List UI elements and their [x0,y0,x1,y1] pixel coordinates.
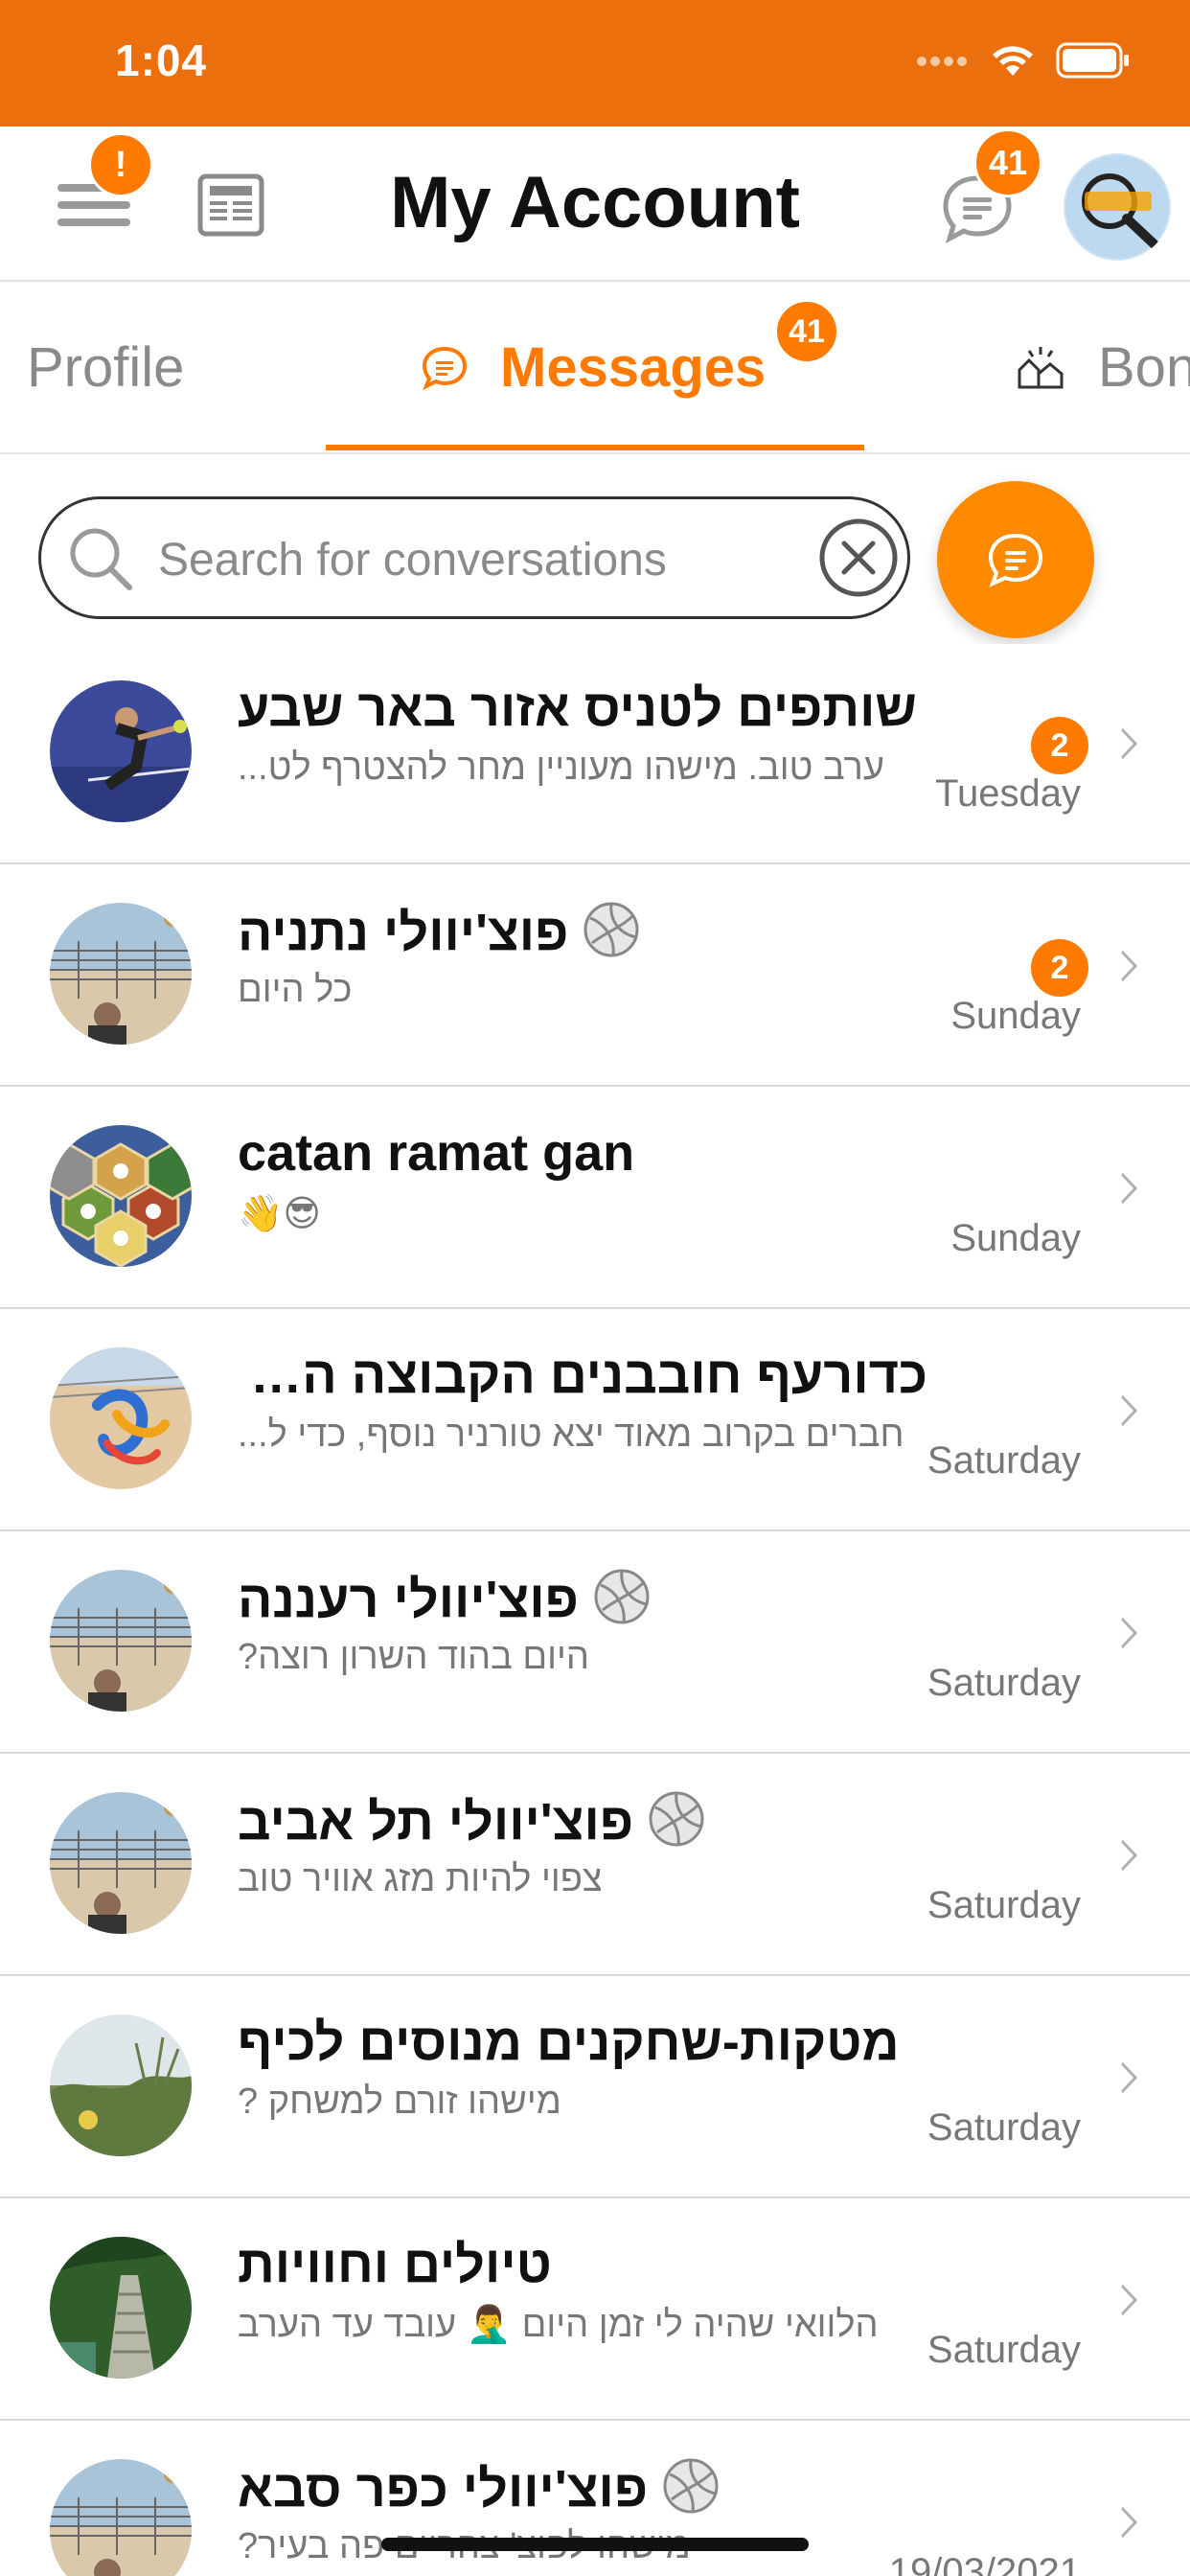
conversation-time: Tuesday [935,772,1081,815]
conversation-snippet: ערב טוב. מישהו מעוניין מחר להצטרף לט... [238,748,884,788]
conversation-snippet: היום בהוד השרון רוצה? [238,1637,589,1677]
conversation-item[interactable]: מטקות-שחקנים מנוסים לכיף מישהו זורם למשח… [0,1978,1190,2198]
tab-messages-label: Messages [500,336,767,399]
conversation-snippet: הלוואי שהיה לי זמן היום 🤦‍♂️ עובד עד הער… [238,2305,879,2345]
group-avatar [50,903,192,1045]
conversation-time: Saturday [927,1439,1081,1482]
active-tab-indicator [326,445,864,450]
chat-count-badge: 41 [973,128,1042,197]
conversation-snippet: צפוי להיות מזג אוויר טוב [238,1859,603,1899]
conversation-title-text: פוצ'יוולי נתניה [238,903,569,961]
chevron-right-icon [1119,1616,1138,1655]
conversation-snippet: כל היום [238,970,353,1010]
group-avatar [50,2237,192,2379]
conversation-title: מטקות-שחקנים מנוסים לכיף [238,2013,900,2071]
conversation-title-text: פוצ'יוולי תל אביב [238,1792,634,1851]
tab-profile[interactable]: Profile [27,335,184,400]
conversation-title: כדורעף חובבנים הקבוצה הר... [238,1346,927,1404]
unread-badge: 2 [1031,939,1088,997]
wifi-icon [991,43,1035,82]
group-avatar [50,1125,192,1267]
conversation-item[interactable]: טיולים וחוויות הלוואי שהיה לי זמן היום 🤦… [0,2200,1190,2421]
tab-profile-label: Profile [27,336,185,399]
app-header: ! My Account 41 [0,126,1190,282]
conversation-time: Sunday [950,1217,1081,1259]
new-chat-icon [988,533,1043,587]
chevron-right-icon [1119,726,1138,766]
chevron-right-icon [1119,2505,1138,2544]
conversation-title: פוצ'יוולי רעננה [238,1568,927,1638]
chevron-right-icon [1119,1838,1138,1877]
conversation-title: פוצ'יוולי כפר סבא [238,2457,927,2527]
conversation-snippet: מישהו זורם למשחק ? [238,2082,561,2122]
clear-search-icon[interactable] [817,517,900,604]
battery-icon [1056,42,1131,83]
status-bar: 1:04 [0,0,1190,126]
tab-messages[interactable]: Messages [422,335,766,400]
conversation-title: פוצ'יוולי נתניה [238,901,927,971]
conversation-snippet: 👋😎 [238,1194,321,1234]
conversation-time: Saturday [927,1884,1081,1926]
conversation-time: Saturday [927,1662,1081,1704]
conversation-title-text: פוצ'יוולי רעננה [238,1570,579,1628]
volleyball-icon [593,1568,651,1638]
search-icon [66,524,135,598]
group-avatar [50,1570,192,1712]
search-input[interactable] [156,522,735,597]
conversation-title: שותפים לטניס אזור באר שבע [238,679,917,737]
tab-bonus[interactable]: Bon [1016,335,1190,400]
conversation-title: פוצ'יוולי תל אביב [238,1790,927,1860]
conversation-item[interactable]: catan ramat gan 👋😎 Sunday [0,1089,1190,1309]
group-avatar [50,1792,192,1934]
hobiz-logo-icon [1065,155,1169,259]
conversation-snippet: חברים בקרוב מאוד יצא טורניר נוסף, כדי ל.… [238,1414,904,1455]
conversation-item[interactable]: פוצ'יוולי רעננה היום בהוד השרון רוצה? Sa… [0,1533,1190,1754]
status-time: 1:04 [115,35,208,85]
group-avatar [50,2459,192,2576]
conversation-time: Saturday [927,2329,1081,2371]
conversation-time: Saturday [927,2106,1081,2149]
conversation-item[interactable]: פוצ'יוולי נתניה כל היום 2 Sunday [0,866,1190,1087]
home-indicator[interactable] [381,2538,809,2551]
chevron-right-icon [1119,2060,1138,2100]
group-avatar [50,2014,192,2156]
tab-bonus-label: Bon [1098,336,1190,399]
search-row [0,452,1190,644]
conversation-time: Sunday [950,995,1081,1037]
chevron-right-icon [1119,1393,1138,1433]
chevron-right-icon [1119,1171,1138,1210]
conversation-title: טיולים וחוויות [238,2236,552,2293]
signal-icon [916,55,970,72]
celebration-icon [1016,345,1065,391]
messages-count-badge: 41 [774,299,839,364]
group-avatar [50,1347,192,1489]
message-tab-icon [422,346,468,390]
unread-badge: 2 [1031,717,1088,774]
conversation-item[interactable]: פוצ'יוולי כפר סבא מישהו לפוצ' צהריים פה … [0,2423,1190,2576]
conversation-item[interactable]: שותפים לטניס אזור באר שבע ערב טוב. מישהו… [0,644,1190,864]
app-logo-button[interactable] [1064,153,1171,261]
conversation-time: 19/03/2021 [888,2551,1081,2576]
volleyball-icon [662,2457,720,2527]
chevron-right-icon [1119,2283,1138,2322]
volleyball-icon [648,1790,705,1860]
account-tabs: Profile Messages 41 Bon [0,282,1190,454]
new-conversation-button[interactable] [937,481,1094,638]
chevron-right-icon [1119,949,1138,988]
status-icons [916,42,1131,83]
group-avatar [50,680,192,822]
conversation-title: catan ramat gan [238,1124,635,1182]
conversation-title-text: פוצ'יוולי כפר סבא [238,2459,649,2518]
volleyball-icon [583,901,640,971]
search-box [38,496,910,619]
conversation-list: שותפים לטניס אזור באר שבע ערב טוב. מישהו… [0,644,1190,2576]
conversation-item[interactable]: פוצ'יוולי תל אביב צפוי להיות מזג אוויר ט… [0,1756,1190,1976]
conversation-item[interactable]: כדורעף חובבנים הקבוצה הר... חברים בקרוב … [0,1311,1190,1531]
